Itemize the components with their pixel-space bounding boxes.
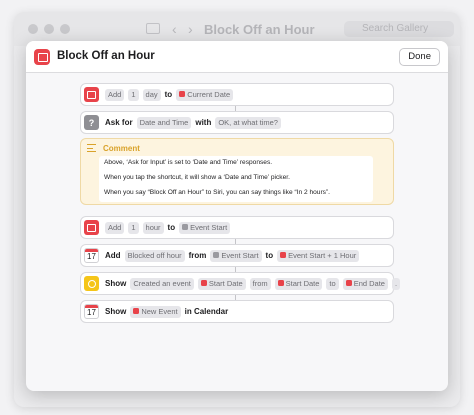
amount-param[interactable]: 1	[128, 221, 139, 234]
sidebar-toggle-icon[interactable]	[146, 23, 160, 34]
show-label: Show	[105, 307, 127, 316]
search-result-icon	[84, 276, 99, 291]
comment-line: When you tap the shortcut, it will show …	[104, 174, 290, 181]
forward-icon[interactable]: ›	[188, 21, 193, 37]
action-ask-for-input[interactable]: ? Ask for Date and Time with OK, at what…	[80, 111, 394, 134]
event-start-variable[interactable]: Event Start	[179, 221, 231, 234]
close-window-button[interactable]	[28, 24, 38, 34]
calendar-app-icon: 17	[84, 304, 99, 319]
in-calendar-label: in Calendar	[184, 307, 229, 316]
action-add-hour[interactable]: Add 1 hour to Event Start	[80, 216, 394, 239]
event-end-variable[interactable]: Event Start + 1 Hour	[277, 249, 360, 262]
done-button[interactable]: Done	[399, 48, 440, 66]
start-date-variable[interactable]: Start Date	[197, 277, 246, 290]
result-text-param[interactable]: Created an event	[130, 277, 194, 290]
sheet-title: Block Off an Hour	[57, 50, 155, 62]
end-date-variable[interactable]: End Date	[342, 277, 388, 290]
background-window-title: Block Off an Hour	[204, 22, 315, 37]
amount-param[interactable]: 1	[128, 88, 139, 101]
action-text: Add	[105, 221, 125, 234]
calendar-icon	[84, 220, 99, 235]
comment-line: When you say “Block Off an Hour” to Siri…	[104, 189, 330, 196]
from-label: from	[188, 251, 207, 260]
action-show-in-calendar[interactable]: 17 Show New Event in Calendar	[80, 300, 394, 323]
back-icon[interactable]: ‹	[172, 21, 177, 37]
unit-param[interactable]: day	[142, 88, 161, 101]
action-add-event[interactable]: 17 Add Blocked off hour from Event Start…	[80, 244, 394, 267]
gallery-search-input[interactable]: Search Gallery	[344, 21, 454, 37]
to-text: to	[326, 277, 339, 290]
action-show-result[interactable]: Show Created an event Start Date from St…	[80, 272, 401, 295]
shortcut-calendar-icon	[34, 49, 50, 65]
minimize-window-button[interactable]	[44, 24, 54, 34]
from-text: from	[249, 277, 271, 290]
comment-action[interactable]: Comment Above, ‘Ask for Input’ is set to…	[80, 138, 394, 205]
to-label: to	[265, 251, 274, 260]
current-date-variable[interactable]: Current Date	[176, 88, 234, 101]
zoom-window-button[interactable]	[60, 24, 70, 34]
comment-icon	[87, 144, 96, 152]
sheet-header: Block Off an Hour Done	[26, 41, 448, 73]
comment-line: Above, ‘Ask for Input’ is set to ‘Date a…	[104, 159, 273, 166]
event-title-param[interactable]: Blocked off hour	[124, 249, 185, 262]
prompt-param[interactable]: OK, at what time?	[215, 116, 281, 129]
calendar-icon	[84, 87, 99, 102]
comment-label: Comment	[103, 144, 140, 153]
period-text: .	[391, 277, 401, 290]
event-start-variable[interactable]: Event Start	[210, 249, 262, 262]
question-icon: ?	[84, 115, 99, 130]
to-label: to	[164, 90, 173, 99]
calendar-app-icon: 17	[84, 248, 99, 263]
show-label: Show	[105, 279, 127, 288]
ask-for-label: Ask for	[105, 118, 133, 127]
input-type-param[interactable]: Date and Time	[136, 116, 192, 129]
add-label: Add	[105, 251, 121, 260]
new-event-variable[interactable]: New Event	[130, 305, 181, 318]
unit-param[interactable]: hour	[142, 221, 164, 234]
action-text: Add	[105, 88, 125, 101]
start-date-variable[interactable]: Start Date	[274, 277, 323, 290]
to-label: to	[167, 223, 176, 232]
with-label: with	[195, 118, 212, 127]
action-add-day[interactable]: Add 1 day to Current Date	[80, 83, 394, 106]
comment-text-area[interactable]: Above, ‘Ask for Input’ is set to ‘Date a…	[99, 156, 373, 202]
shortcut-editor-sheet: Block Off an Hour Done Add 1 day to Curr…	[26, 41, 448, 391]
